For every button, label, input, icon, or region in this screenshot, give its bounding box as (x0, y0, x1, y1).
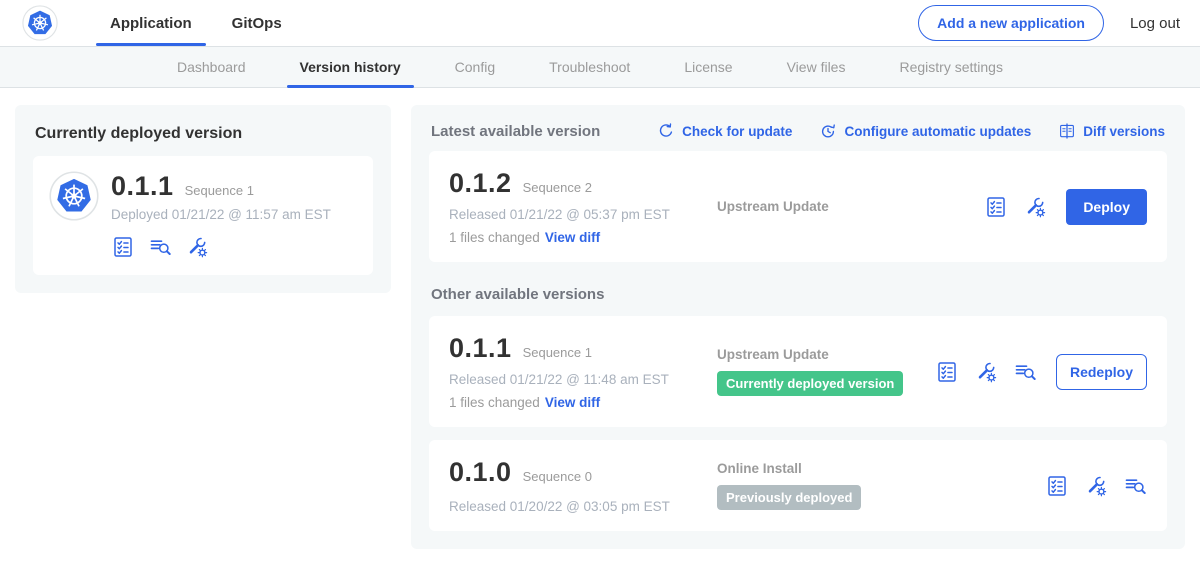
version-row-0-1-0: 0.1.0 Sequence 0 Released 01/20/22 @ 03:… (429, 440, 1167, 531)
tab-troubleshoot-label: Troubleshoot (549, 59, 630, 75)
logout-button[interactable]: Log out (1130, 15, 1180, 32)
other-versions-title: Other available versions (431, 286, 1167, 303)
tab-config[interactable]: Config (428, 47, 522, 87)
released-date: Released 01/21/22 @ 05:37 pm EST (449, 207, 707, 222)
tab-config-label: Config (455, 59, 495, 75)
version-number: 0.1.1 (449, 333, 512, 364)
tab-view-files[interactable]: View files (760, 47, 873, 87)
currently-deployed-title: Currently deployed version (35, 125, 373, 143)
currently-deployed-badge: Currently deployed version (717, 371, 903, 396)
config-icon[interactable] (185, 235, 209, 259)
tab-dashboard[interactable]: Dashboard (150, 47, 273, 87)
currently-deployed-panel: Currently deployed version 0.1.1 Sequenc… (15, 105, 391, 293)
config-icon[interactable] (1084, 474, 1108, 498)
top-nav: Application GitOps (90, 0, 302, 46)
check-for-update-label: Check for update (682, 124, 792, 139)
view-diff-link[interactable]: View diff (545, 230, 600, 245)
version-row-actions: Deploy (984, 189, 1147, 225)
version-sequence: Sequence 1 (523, 345, 592, 360)
deployed-version-card: 0.1.1 Sequence 1 Deployed 01/21/22 @ 11:… (33, 156, 373, 275)
tab-view-files-label: View files (787, 59, 846, 75)
redeploy-button[interactable]: Redeploy (1056, 354, 1147, 390)
version-actions: Check for update Configure automatic upd… (657, 122, 1165, 140)
version-row-0-1-1: 0.1.1 Sequence 1 Released 01/21/22 @ 11:… (429, 316, 1167, 427)
nav-tab-gitops[interactable]: GitOps (212, 0, 302, 46)
nav-tab-gitops-label: GitOps (232, 15, 282, 32)
config-icon[interactable] (1023, 195, 1047, 219)
version-sequence: Sequence 0 (523, 469, 592, 484)
tab-version-history[interactable]: Version history (273, 47, 428, 87)
latest-version-title: Latest available version (431, 123, 600, 140)
preflight-checks-icon[interactable] (1045, 474, 1069, 498)
latest-version-header: Latest available version Check for updat… (429, 118, 1167, 151)
app-subnav: Dashboard Version history Config Trouble… (0, 46, 1200, 88)
preflight-checks-icon[interactable] (111, 235, 135, 259)
preflight-checks-icon[interactable] (984, 195, 1008, 219)
add-application-button[interactable]: Add a new application (918, 5, 1104, 41)
main-content: Currently deployed version 0.1.1 Sequenc… (0, 88, 1200, 569)
tab-registry-settings[interactable]: Registry settings (872, 47, 1029, 87)
released-date: Released 01/21/22 @ 11:48 am EST (449, 372, 707, 387)
nav-tab-application-label: Application (110, 15, 192, 32)
top-header: Application GitOps Add a new application… (0, 0, 1200, 46)
tab-dashboard-label: Dashboard (177, 59, 246, 75)
files-changed: 1 files changed (449, 395, 540, 410)
deployed-version-line: 0.1.1 Sequence 1 (111, 171, 357, 202)
version-row-actions: Redeploy (935, 354, 1147, 390)
version-source: Upstream Update (707, 199, 984, 214)
deployed-date: Deployed 01/21/22 @ 11:57 am EST (111, 207, 357, 222)
released-date: Released 01/20/22 @ 03:05 pm EST (449, 499, 707, 514)
tab-registry-settings-label: Registry settings (899, 59, 1002, 75)
version-info: 0.1.2 Sequence 2 Released 01/21/22 @ 05:… (449, 168, 707, 245)
tab-license-label: License (684, 59, 732, 75)
deploy-button[interactable]: Deploy (1066, 189, 1147, 225)
source-label: Online Install (717, 461, 1045, 476)
deployed-action-icons (111, 235, 357, 259)
tab-license[interactable]: License (657, 47, 759, 87)
source-label: Upstream Update (717, 347, 935, 362)
preflight-checks-icon[interactable] (935, 360, 959, 384)
version-info: 0.1.0 Sequence 0 Released 01/20/22 @ 03:… (449, 457, 707, 514)
version-history-panel: Latest available version Check for updat… (411, 105, 1185, 549)
check-for-update-link[interactable]: Check for update (657, 122, 792, 140)
diff-versions-link[interactable]: Diff versions (1058, 122, 1165, 140)
deployed-sequence: Sequence 1 (185, 183, 254, 198)
files-changed: 1 files changed (449, 230, 540, 245)
configure-automatic-updates-link[interactable]: Configure automatic updates (819, 122, 1031, 140)
app-kubernetes-icon (49, 171, 99, 221)
deployed-version-number: 0.1.1 (111, 171, 174, 202)
version-row-actions (1045, 474, 1147, 498)
tab-troubleshoot[interactable]: Troubleshoot (522, 47, 657, 87)
diff-icon (1058, 122, 1076, 140)
version-number: 0.1.0 (449, 457, 512, 488)
source-label: Upstream Update (717, 199, 984, 214)
schedule-update-icon (819, 122, 837, 140)
refresh-icon (657, 122, 675, 140)
configure-automatic-updates-label: Configure automatic updates (844, 124, 1031, 139)
version-sequence: Sequence 2 (523, 180, 592, 195)
version-info: 0.1.1 Sequence 1 Released 01/21/22 @ 11:… (449, 333, 707, 410)
tab-version-history-label: Version history (300, 59, 401, 75)
files-changed-line: 1 files changed View diff (449, 395, 707, 410)
files-changed-line: 1 files changed View diff (449, 230, 707, 245)
version-source: Online Install Previously deployed (707, 461, 1045, 510)
deploy-logs-icon[interactable] (1123, 474, 1147, 498)
diff-versions-label: Diff versions (1083, 124, 1165, 139)
version-number: 0.1.2 (449, 168, 512, 199)
view-diff-link[interactable]: View diff (545, 395, 600, 410)
deploy-logs-icon[interactable] (1013, 360, 1037, 384)
previously-deployed-badge: Previously deployed (717, 485, 861, 510)
version-source: Upstream Update Currently deployed versi… (707, 347, 935, 396)
config-icon[interactable] (974, 360, 998, 384)
nav-tab-application[interactable]: Application (90, 0, 212, 46)
deploy-logs-icon[interactable] (148, 235, 172, 259)
version-row-0-1-2: 0.1.2 Sequence 2 Released 01/21/22 @ 05:… (429, 151, 1167, 262)
kubernetes-logo-icon (22, 5, 58, 41)
